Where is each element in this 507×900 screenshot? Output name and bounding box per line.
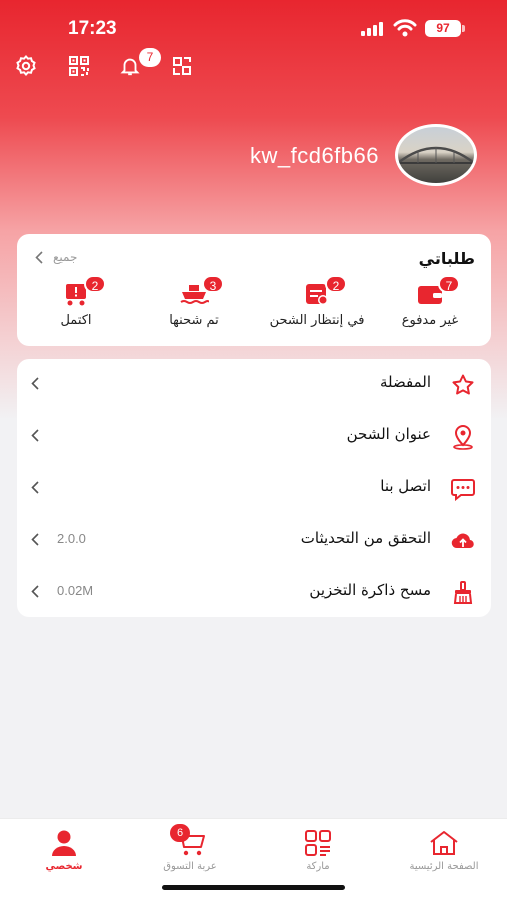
avatar-bridge-image: [398, 146, 474, 164]
ship-icon: 3: [176, 275, 224, 310]
username: kw_fcd6fb66: [249, 143, 379, 168]
battery-indicator: 97: [425, 20, 461, 37]
order-tab-label: غير مدفوع: [401, 313, 459, 328]
avatar[interactable]: [395, 124, 477, 186]
home-icon: [384, 827, 504, 859]
view-all-orders-link[interactable]: جميع: [35, 250, 77, 264]
tab-label: ماركة: [306, 861, 330, 872]
location-pin-icon: [449, 423, 477, 451]
cart-icon: 6: [130, 824, 250, 859]
battery-tip: [462, 25, 465, 32]
chat-icon: [449, 475, 477, 503]
completed-count-badge: 2: [84, 275, 106, 293]
status-bar: 17:23 97: [0, 0, 507, 54]
tab-label: عربة التسوق: [163, 861, 217, 872]
tab-profile[interactable]: شخصي: [4, 827, 124, 872]
settings-gear-icon[interactable]: [13, 53, 39, 79]
app-version: 2.0.0: [57, 531, 86, 546]
menu-item-label: المفضلة: [379, 373, 431, 391]
order-tab-label: في إنتظار الشحن: [269, 313, 365, 328]
person-icon: [4, 827, 124, 859]
chevron-left-icon: [31, 481, 39, 494]
settings-menu: المفضلة عنوان الشحن اتصل بنا التحقق من ا…: [17, 359, 491, 617]
menu-item-favorites[interactable]: المفضلة: [17, 359, 491, 411]
tab-cart[interactable]: 6 عربة التسوق: [130, 824, 250, 872]
menu-item-shipping-address[interactable]: عنوان الشحن: [17, 411, 491, 463]
chevron-left-icon: [31, 377, 39, 390]
shipped-count-badge: 3: [202, 275, 224, 293]
chevron-left-icon: [35, 250, 43, 264]
order-tab-shipped[interactable]: 3 تم شحنها: [139, 275, 249, 328]
tab-home[interactable]: الصفحة الرئيسية: [384, 827, 504, 872]
brand-grid-icon: [258, 827, 378, 859]
chevron-left-icon: [31, 533, 39, 546]
menu-item-label: مسح ذاكرة التخزين: [309, 581, 431, 599]
menu-item-label: اتصل بنا: [380, 477, 431, 495]
cart-count-badge: 6: [170, 824, 190, 842]
chevron-left-icon: [31, 429, 39, 442]
order-tab-completed[interactable]: 2 اكتمل: [21, 275, 131, 328]
wifi-icon: [393, 19, 417, 37]
menu-item-label: عنوان الشحن: [346, 425, 431, 443]
waiting-shipment-icon: 2: [299, 275, 347, 310]
qr-code-icon[interactable]: [66, 53, 92, 79]
cloud-upload-icon: [449, 527, 477, 555]
orders-card: طلباتي جميع 7 غير مدفوع 2 في إنتظار الشح…: [17, 234, 491, 346]
menu-item-clear-cache[interactable]: مسح ذاكرة التخزين 0.02M: [17, 567, 491, 619]
cache-size: 0.02M: [57, 583, 94, 598]
star-icon: [449, 371, 477, 399]
order-tab-awaiting-shipment[interactable]: 2 في إنتظار الشحن: [262, 275, 372, 328]
menu-item-label: التحقق من التحديثات: [300, 529, 431, 547]
order-tab-label: تم شحنها: [169, 313, 219, 328]
unpaid-count-badge: 7: [438, 275, 460, 293]
order-tab-unpaid[interactable]: 7 غير مدفوع: [375, 275, 485, 328]
home-indicator: [162, 885, 345, 890]
notification-badge: 7: [139, 48, 161, 67]
tab-label: الصفحة الرئيسية: [409, 861, 479, 872]
tab-label: شخصي: [45, 861, 83, 872]
awaiting-count-badge: 2: [325, 275, 347, 293]
completed-cart-icon: 2: [58, 275, 106, 310]
menu-item-check-updates[interactable]: التحقق من التحديثات 2.0.0: [17, 515, 491, 567]
orders-title: طلباتي: [418, 249, 475, 268]
menu-item-contact-us[interactable]: اتصل بنا: [17, 463, 491, 515]
status-time: 17:23: [68, 18, 117, 39]
broom-icon: [449, 579, 477, 607]
tab-brand[interactable]: ماركة: [258, 827, 378, 872]
chevron-left-icon: [31, 585, 39, 598]
switch-view-icon[interactable]: [169, 53, 195, 79]
view-all-label: جميع: [53, 250, 78, 264]
cellular-signal-icon: [361, 22, 383, 36]
wallet-icon: 7: [412, 275, 460, 310]
order-tab-label: اكتمل: [60, 313, 92, 328]
